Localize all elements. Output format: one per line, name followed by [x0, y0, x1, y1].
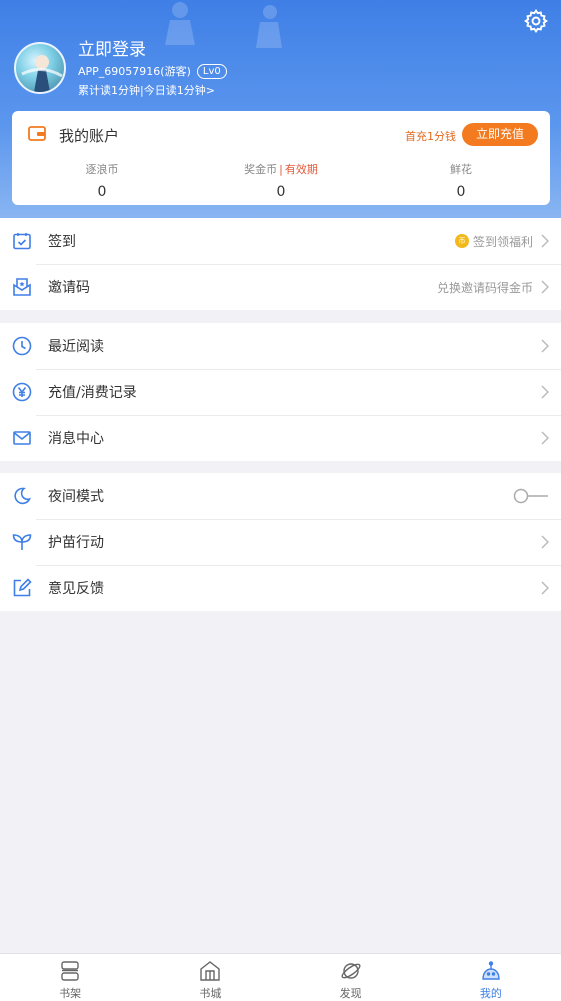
recharge-button[interactable]: 立即充值	[462, 123, 538, 146]
account-card: 我的账户 首充1分钱 立即充值 逐浪币 0 奖金币 | 有效期 0 鲜花 0	[12, 111, 550, 205]
tab-bookstore[interactable]: 书城	[140, 954, 280, 1001]
night-mode-toggle[interactable]	[513, 488, 549, 504]
avatar-illustration	[21, 55, 63, 92]
chevron-right-icon	[541, 431, 549, 445]
login-title[interactable]: 立即登录	[78, 35, 146, 60]
menu-label: 最近阅读	[48, 339, 104, 355]
planet-icon	[341, 963, 361, 979]
user-id: APP_69057916(游客)	[78, 65, 191, 78]
profile-icon	[482, 961, 500, 980]
bookshelf-icon	[61, 961, 79, 981]
menu-item-invite-code[interactable]: 邀请码 兑换邀请码得金币	[0, 264, 561, 310]
settings-gear-icon[interactable]	[523, 8, 549, 34]
menu-label: 护苗行动	[48, 535, 104, 551]
header-decoration	[165, 2, 282, 48]
tab-label: 书城	[199, 987, 222, 1000]
stat-label: 奖金币	[244, 163, 278, 176]
level-badge: Lv0	[196, 63, 227, 79]
chevron-right-icon	[541, 385, 549, 399]
invite-mail-icon	[13, 278, 31, 296]
stat-label: 逐浪币	[85, 163, 119, 176]
account-title: 我的账户	[59, 127, 120, 145]
sprout-icon	[12, 534, 32, 550]
wallet-icon	[28, 126, 46, 141]
menu-item-checkin[interactable]: 签到 币 签到领福利	[0, 218, 561, 264]
menu-hint-text: 签到领福利	[472, 234, 533, 249]
chevron-right-icon	[541, 280, 549, 294]
tab-label: 发现	[339, 987, 362, 1000]
tab-bookshelf[interactable]: 书架	[0, 954, 140, 1001]
chevron-right-icon	[541, 535, 549, 549]
chevron-right-icon	[541, 339, 549, 353]
menu-item-recent-reading[interactable]: 最近阅读	[0, 323, 561, 369]
stat-zhulang-coin[interactable]: 逐浪币 0	[32, 161, 172, 200]
menu-hint: 币 签到领福利	[454, 233, 533, 250]
bottom-tab-bar: 书架 书城 发现 我的	[0, 953, 561, 1001]
menu-item-recharge-records[interactable]: 充值/消费记录	[0, 369, 561, 415]
tab-label: 我的	[479, 987, 502, 1000]
bookstore-icon	[200, 961, 221, 981]
clock-icon	[12, 336, 32, 356]
stat-label: 鲜花	[450, 163, 472, 176]
tab-label: 书架	[59, 987, 82, 1000]
stat-value: 0	[97, 184, 107, 200]
menu-label: 邀请码	[48, 280, 90, 296]
stat-bonus-coin[interactable]: 奖金币 | 有效期 0	[211, 161, 351, 200]
menu-item-feedback[interactable]: 意见反馈	[0, 565, 561, 611]
stat-value: 0	[276, 184, 286, 200]
validity-link[interactable]: 有效期	[285, 163, 318, 176]
menu-hint-text: 兑换邀请码得金币	[436, 280, 533, 295]
user-id-line: APP_69057916(游客) Lv0	[78, 63, 227, 79]
menu-label: 意见反馈	[48, 581, 104, 597]
coin-icon: 币	[454, 234, 469, 248]
divider: |	[279, 163, 283, 176]
menu-group-3: 夜间模式 护苗行动 意见反馈	[0, 473, 561, 611]
menu-item-message-center[interactable]: 消息中心	[0, 415, 561, 461]
yen-circle-icon	[12, 382, 32, 402]
stat-label-group: 奖金币 | 有效期	[211, 161, 351, 177]
reading-stats-link[interactable]: 累计读1分钟|今日读1分钟>	[78, 82, 215, 98]
menu-label: 充值/消费记录	[48, 385, 137, 401]
chevron-right-icon	[541, 234, 549, 248]
menu-item-night-mode[interactable]: 夜间模式	[0, 473, 561, 519]
edit-icon	[13, 578, 32, 597]
menu-group-2: 最近阅读 充值/消费记录 消息中心	[0, 323, 561, 461]
stat-flowers[interactable]: 鲜花 0	[391, 161, 531, 200]
menu-label: 夜间模式	[48, 489, 104, 505]
tab-discover[interactable]: 发现	[281, 954, 421, 1001]
menu-label: 签到	[48, 234, 76, 250]
calendar-check-icon	[13, 233, 31, 250]
first-recharge-promo: 首充1分钱	[405, 130, 456, 143]
mail-icon	[13, 431, 31, 445]
menu-group-1: 签到 币 签到领福利 邀请码 兑换邀请码得金币	[0, 218, 561, 310]
avatar[interactable]	[14, 42, 66, 94]
tab-mine[interactable]: 我的	[421, 954, 561, 1001]
chevron-right-icon	[541, 581, 549, 595]
stat-value: 0	[456, 184, 466, 200]
menu-label: 消息中心	[48, 431, 104, 447]
moon-icon	[14, 487, 32, 505]
menu-item-youth-protection[interactable]: 护苗行动	[0, 519, 561, 565]
